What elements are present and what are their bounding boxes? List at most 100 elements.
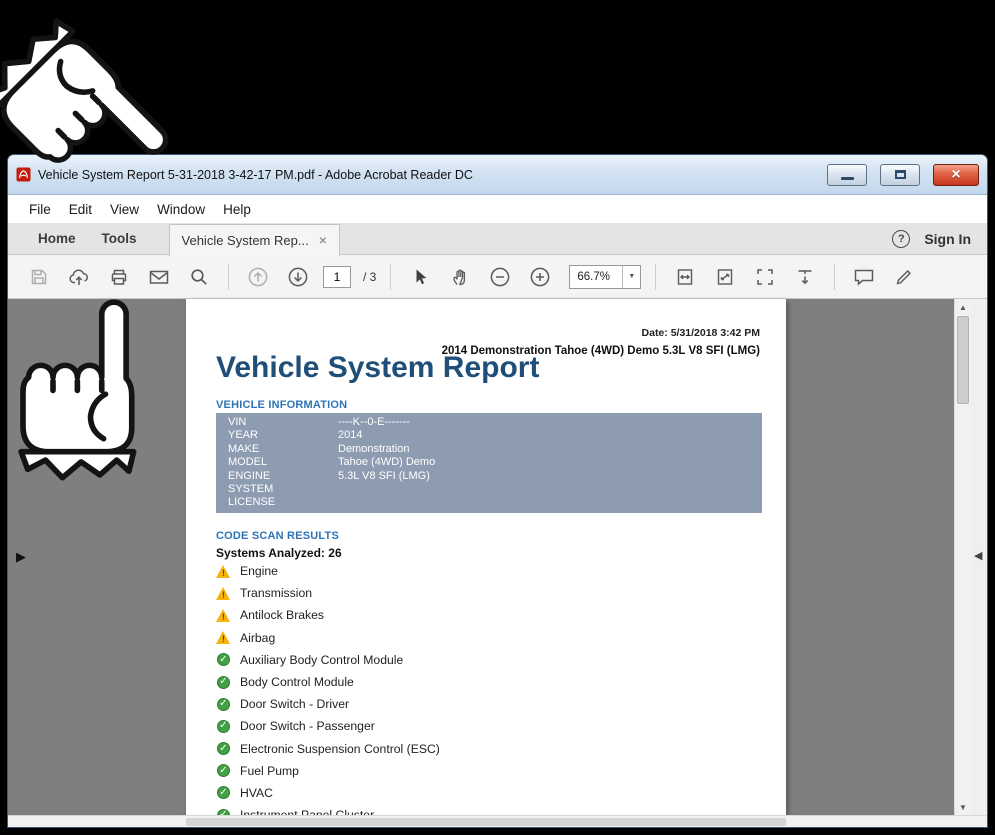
system-status-icon: ✓ [216,652,231,667]
menu-bar: FileEditViewWindowHelp [8,195,987,223]
menu-item[interactable]: File [20,202,60,217]
system-row: ! Antilock Brakes [216,604,766,626]
system-name: Engine [240,564,278,578]
system-name: Electronic Suspension Control (ESC) [240,742,440,756]
fit-width-button[interactable] [670,262,700,292]
scrollbar-thumb[interactable] [957,316,969,404]
screen: Vehicle System Report 5-31-2018 3-42-17 … [0,0,995,835]
chevron-down-icon[interactable]: ▼ [622,266,640,288]
vehicle-info-row: VIN ----K--0-E------- [216,416,762,429]
page-number-input[interactable] [323,266,351,288]
system-name: Instrument Panel Cluster [240,808,374,815]
vehicle-info-label: VIN [228,416,338,429]
system-status-icon: ✓ [216,697,231,712]
help-icon[interactable]: ? [892,230,910,248]
system-row: ! Engine [216,560,766,582]
vehicle-info-value [338,496,762,509]
print-icon [109,267,129,287]
vehicle-info-label: SYSTEM [228,483,338,496]
close-icon: × [951,167,960,183]
system-row: ✓ HVAC [216,782,766,804]
toolbar: / 3 66.7% ▼ [8,255,987,299]
system-status-icon: ✓ [216,719,231,734]
vehicle-info-label: ENGINE [228,470,338,483]
find-button[interactable] [184,262,214,292]
comment-button[interactable] [849,262,879,292]
system-row: ✓ Door Switch - Passenger [216,715,766,737]
menu-item[interactable]: Edit [60,202,101,217]
toolbar-separator [228,264,229,290]
tab-document[interactable]: Vehicle System Rep... × [169,224,340,256]
next-page-button[interactable] [283,262,313,292]
search-icon [189,267,209,287]
email-button[interactable] [144,262,174,292]
system-name: Antilock Brakes [240,608,324,622]
share-upload-button[interactable] [64,262,94,292]
horizontal-scrollbar[interactable] [8,815,987,827]
window-controls: × [827,164,979,186]
report-date: Date: 5/31/2018 3:42 PM [642,327,760,339]
maximize-button[interactable] [880,164,920,186]
vehicle-info-value: Tahoe (4WD) Demo [338,456,762,469]
vehicle-info-value: ----K--0-E------- [338,416,762,429]
tab-tools[interactable]: Tools [102,231,137,246]
print-button[interactable] [104,262,134,292]
minimize-button[interactable] [827,164,867,186]
vertical-scrollbar[interactable]: ▲ ▼ [954,299,971,815]
toolbar-separator [834,264,835,290]
system-name: Airbag [240,631,275,645]
vehicle-info-value: 5.3L V8 SFI (LMG) [338,470,762,483]
nav-pane-toggle[interactable]: ▶ [16,549,26,565]
restore-icon [895,170,906,179]
system-name: Fuel Pump [240,764,299,778]
tab-home[interactable]: Home [38,231,76,246]
menu-item[interactable]: Help [214,202,260,217]
zoom-level-select[interactable]: 66.7% ▼ [569,265,641,289]
scroll-down-icon[interactable]: ▼ [955,800,971,814]
menu-item[interactable]: View [101,202,148,217]
system-row: ✓ Door Switch - Driver [216,693,766,715]
system-status-icon: ! [216,586,231,601]
system-status-icon: ✓ [216,763,231,778]
vehicle-info-row: SYSTEM [216,483,762,496]
system-status-icon: ✓ [216,808,231,815]
email-icon [148,268,170,286]
hand-tool-icon [450,267,470,287]
save-icon [29,267,49,287]
pdf-file-icon [16,167,31,182]
hscroll-thumb[interactable] [186,818,786,826]
previous-page-button[interactable] [243,262,273,292]
pdf-page: Date: 5/31/2018 3:42 PM 2014 Demonstrati… [186,299,786,815]
vehicle-info-row: ENGINE 5.3L V8 SFI (LMG) [216,470,762,483]
tools-pane-toggle[interactable]: ◀ [974,549,982,562]
report-title: Vehicle System Report [216,351,539,385]
code-scan-heading: CODE SCAN RESULTS [216,530,339,542]
tab-close-icon[interactable]: × [319,233,327,247]
close-window-button[interactable]: × [933,164,979,186]
highlight-button[interactable] [889,262,919,292]
fullscreen-button[interactable] [750,262,780,292]
scroll-up-icon[interactable]: ▲ [955,300,971,314]
system-row: ✓ Fuel Pump [216,760,766,782]
system-status-icon: ✓ [216,741,231,756]
vehicle-info-heading: VEHICLE INFORMATION [216,399,347,411]
read-mode-button[interactable] [790,262,820,292]
select-tool-button[interactable] [405,262,435,292]
system-name: HVAC [240,786,273,800]
hand-tool-button[interactable] [445,262,475,292]
zoom-out-button[interactable] [485,262,515,292]
zoom-in-button[interactable] [525,262,555,292]
fit-page-button[interactable] [710,262,740,292]
save-button[interactable] [24,262,54,292]
system-name: Door Switch - Passenger [240,719,375,733]
menu-item[interactable]: Window [148,202,214,217]
system-status-icon: ! [216,564,231,579]
sign-in-button[interactable]: Sign In [924,231,971,247]
system-name: Door Switch - Driver [240,697,349,711]
system-status-icon: ! [216,630,231,645]
vehicle-info-row: YEAR 2014 [216,429,762,442]
pencil-icon [894,267,914,287]
fit-page-icon [714,267,736,287]
vehicle-info-label: YEAR [228,429,338,442]
acrobat-window: Vehicle System Report 5-31-2018 3-42-17 … [8,155,987,827]
